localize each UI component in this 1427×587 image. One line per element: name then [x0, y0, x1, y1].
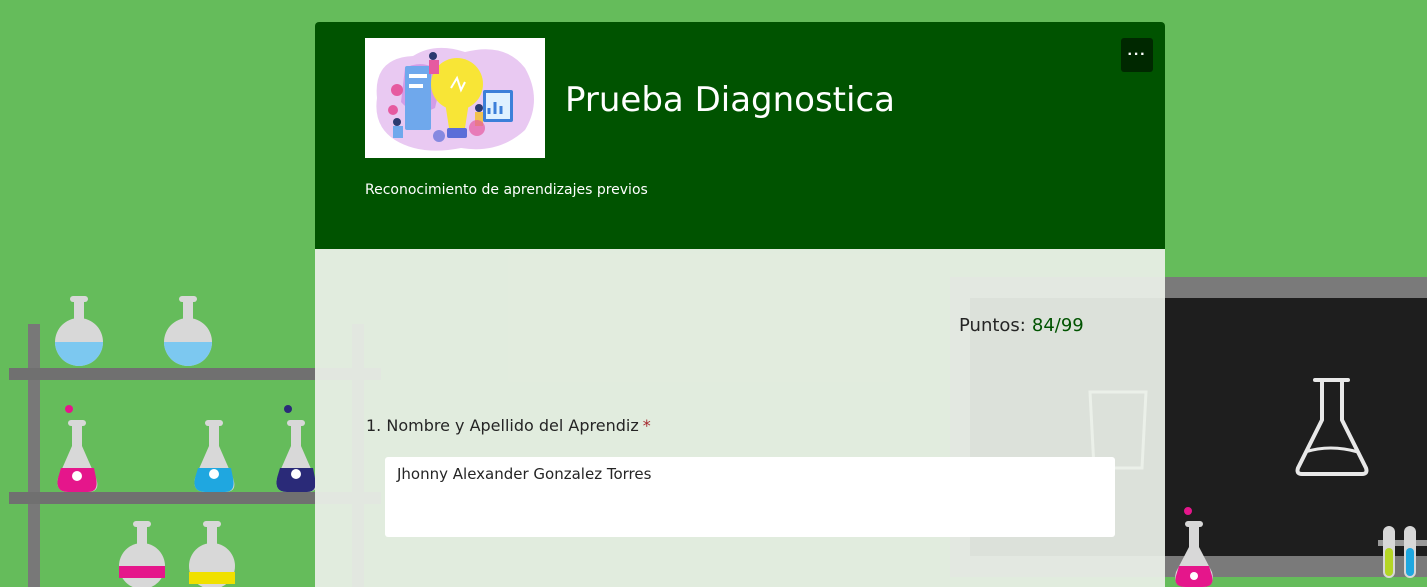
more-options-icon: ···	[1127, 46, 1147, 63]
form-body: Puntos: 84/99 1. Nombre y Apellido del Ap…	[315, 249, 1165, 587]
question-title: 1. Nombre y Apellido del Aprendiz *	[366, 416, 651, 435]
score-label: Puntos:	[959, 315, 1026, 336]
flask-icon	[189, 521, 235, 587]
answer-text: Jhonny Alexander Gonzalez Torres	[397, 465, 652, 483]
flask-icon	[194, 420, 235, 492]
question-number: 1.	[366, 416, 382, 435]
form-title: Prueba Diagnostica	[565, 80, 895, 120]
flask-icon	[164, 296, 212, 366]
answer-field[interactable]: Jhonny Alexander Gonzalez Torres	[385, 457, 1115, 537]
score-display: Puntos: 84/99	[959, 315, 1084, 336]
flask-icon	[276, 405, 317, 492]
required-marker: *	[642, 416, 651, 435]
flask-icon	[119, 521, 165, 587]
question-text: Nombre y Apellido del Aprendiz	[386, 416, 639, 435]
more-options-button[interactable]: ···	[1121, 38, 1153, 72]
lightbulb-idea-icon	[376, 47, 534, 151]
flask-icon	[55, 296, 103, 366]
flask-icon	[57, 405, 98, 492]
score-value: 84/99	[1031, 315, 1084, 336]
form-subtitle: Reconocimiento de aprendizajes previos	[365, 182, 648, 198]
form-header: Prueba Diagnostica Reconocimiento de apr…	[315, 22, 1165, 249]
form-card: Prueba Diagnostica Reconocimiento de apr…	[315, 22, 1165, 587]
form-logo	[365, 38, 545, 158]
